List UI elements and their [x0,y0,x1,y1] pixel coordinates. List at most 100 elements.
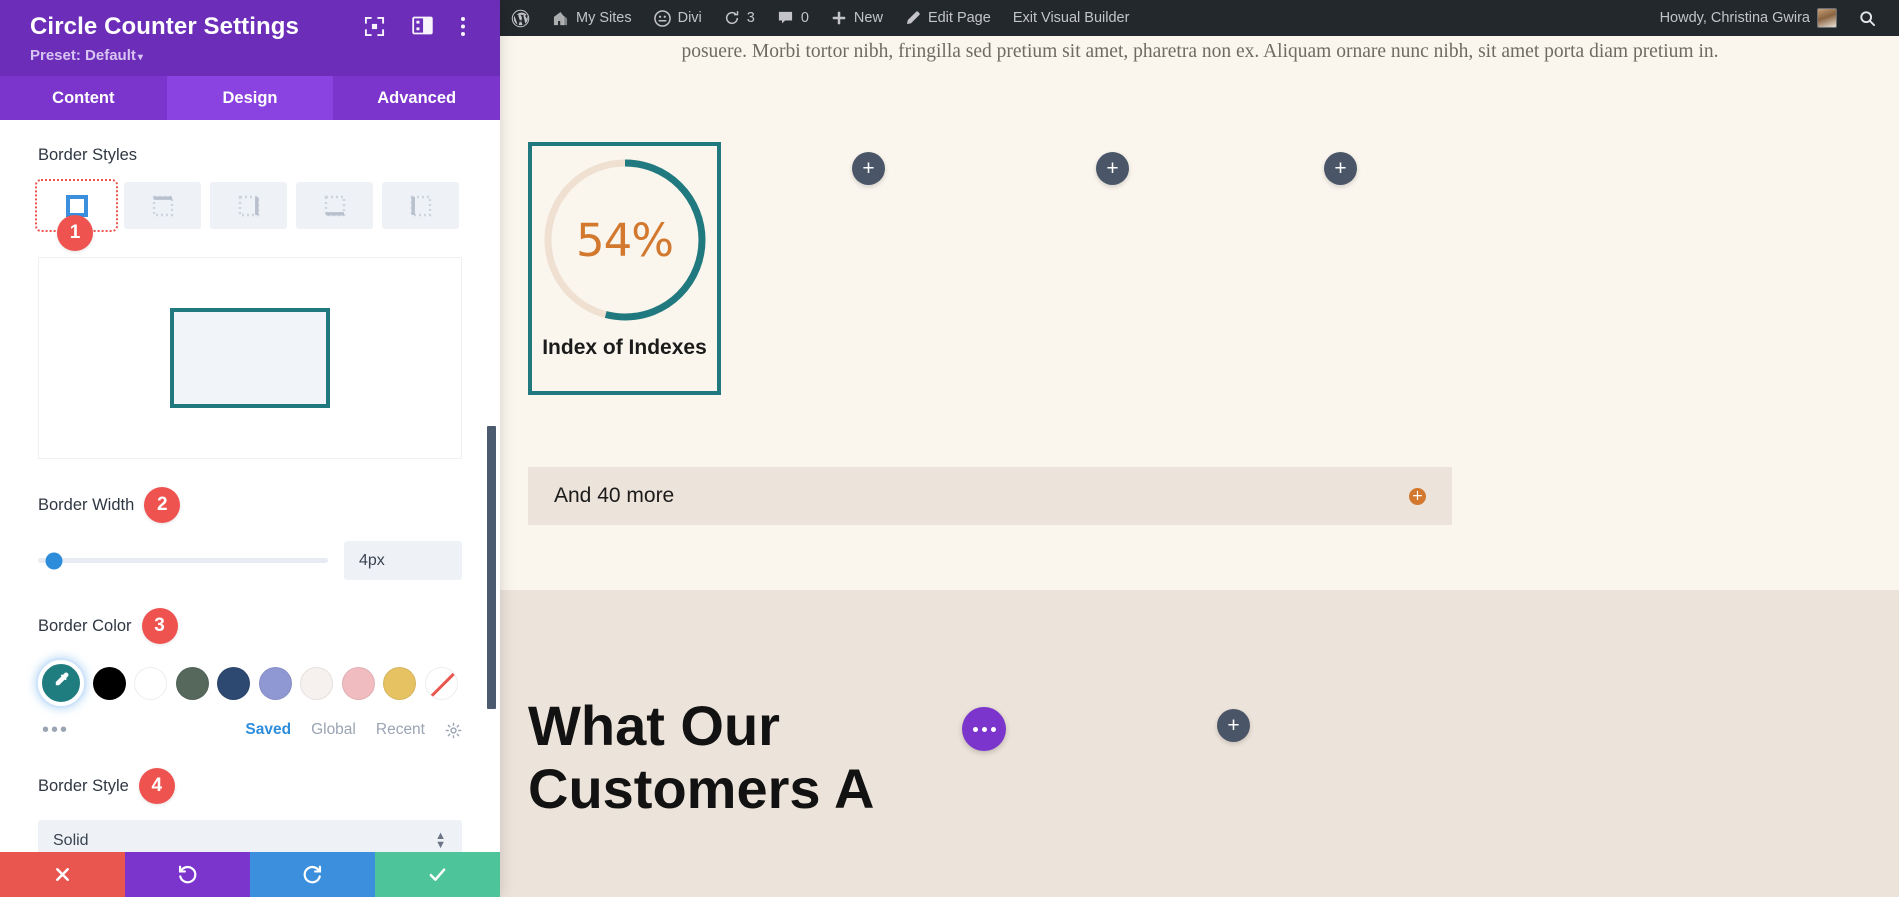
focus-icon[interactable] [364,16,386,38]
toggle-module-title: And 40 more [554,484,674,508]
scrollbar-thumb[interactable] [487,426,496,709]
palette-tab-recent[interactable]: Recent [376,721,425,739]
section-settings-button[interactable] [962,707,1006,751]
wordpress-logo-button[interactable] [500,0,541,36]
visual-builder-screen: posuere. Morbi tortor nibh, fringilla se… [0,0,1899,897]
swatch-navy[interactable] [217,667,250,700]
add-module-button-1[interactable]: + [852,152,885,185]
swatch-selected-teal[interactable] [38,660,84,706]
border-style-left-button[interactable] [382,182,459,229]
border-color-label: Border Color 3 [38,608,462,644]
settings-panel-footer [0,852,500,897]
admin-bar-right: Howdy, Christina Gwira [1649,0,1887,36]
border-style-select[interactable]: Solid [38,820,462,852]
divi-label: Divi [678,10,702,26]
more-colors-icon[interactable]: ••• [42,720,69,740]
toggle-module[interactable]: And 40 more + [528,467,1452,525]
step-badge-2: 2 [144,487,180,523]
border-style-top-button[interactable] [124,182,201,229]
my-sites-label: My Sites [576,10,632,26]
border-width-slider[interactable] [38,558,328,563]
cancel-button[interactable] [0,852,125,897]
border-style-bottom-button[interactable] [296,182,373,229]
swatch-sage-green[interactable] [176,667,209,700]
add-module-button-3[interactable]: + [1324,152,1357,185]
palette-tab-global[interactable]: Global [311,721,356,739]
kebab-menu-icon[interactable] [460,16,482,38]
circle-counter-module[interactable]: 54% Index of Indexes [528,142,721,395]
toggle-expand-icon[interactable]: + [1409,488,1426,505]
chevron-down-icon: ▾ [138,52,143,63]
step-badge-4: 4 [139,768,175,804]
tab-content[interactable]: Content [0,76,167,120]
add-module-button-4[interactable]: + [1217,709,1250,742]
border-width-input[interactable] [344,541,462,580]
section-heading-line1: What Our [528,695,874,758]
border-preview-box [170,308,330,408]
comment-bubble-icon [777,10,794,26]
swatch-blush-pink[interactable] [342,667,375,700]
my-sites-menu[interactable]: My Sites [541,0,643,36]
border-styles-label: Border Styles [38,146,462,165]
step-badge-3: 3 [142,608,178,644]
search-icon [1859,10,1876,27]
undo-icon [177,864,198,885]
dot-icon [991,727,996,732]
undo-button[interactable] [125,852,250,897]
swatch-none[interactable] [425,667,458,700]
check-icon [427,864,448,885]
border-style-select-wrap: Solid ▲▼ [38,820,462,852]
plus-icon [831,10,847,26]
updates-menu[interactable]: 3 [713,0,766,36]
preset-selector[interactable]: Preset: Default▾ [30,47,478,64]
account-menu[interactable]: Howdy, Christina Gwira [1649,0,1848,36]
panel-header-actions [364,16,482,38]
divi-menu[interactable]: Divi [643,0,713,36]
search-button[interactable] [1848,0,1887,36]
border-style-label: Border Style 4 [38,768,462,804]
settings-panel-header: Circle Counter Settings Preset: Default▾ [0,0,500,76]
border-styles-label-text: Border Styles [38,146,137,165]
swatch-offwhite[interactable] [300,667,333,700]
comments-menu[interactable]: 0 [766,0,820,36]
tab-design[interactable]: Design [167,76,334,120]
layout-icon[interactable] [412,16,434,38]
swatch-black[interactable] [93,667,126,700]
pencil-icon [905,10,921,26]
swatch-white[interactable] [134,667,167,700]
tab-advanced[interactable]: Advanced [333,76,500,120]
add-module-button-2[interactable]: + [1096,152,1129,185]
sites-icon [552,11,569,26]
redo-button[interactable] [250,852,375,897]
step-badge-1: 1 [57,215,93,251]
dot-icon [982,727,987,732]
border-width-label-text: Border Width [38,496,134,515]
palette-tabs: Saved Global Recent [245,721,462,739]
page-canvas: posuere. Morbi tortor nibh, fringilla se… [500,36,1899,897]
eyedropper-icon [52,671,71,695]
exit-visual-builder-button[interactable]: Exit Visual Builder [1002,0,1141,36]
updates-count: 3 [747,10,755,26]
lower-section: What Our Customers A + [500,590,1899,897]
palette-tab-saved[interactable]: Saved [245,721,291,739]
save-button[interactable] [375,852,500,897]
settings-scrollbar[interactable] [489,120,498,852]
comments-count: 0 [801,10,809,26]
slider-handle[interactable] [46,552,63,569]
border-preview-pane [38,257,462,459]
wordpress-logo-icon [511,9,530,28]
swatch-gold[interactable] [383,667,416,700]
avatar [1817,8,1837,28]
page-preview-area: posuere. Morbi tortor nibh, fringilla se… [500,0,1899,897]
close-icon [53,865,72,884]
border-width-control [38,541,462,580]
gear-icon[interactable] [445,722,462,739]
edit-page-label: Edit Page [928,10,991,26]
border-color-label-text: Border Color [38,617,132,636]
redo-icon [302,864,323,885]
new-content-menu[interactable]: New [820,0,894,36]
border-style-label-text: Border Style [38,777,129,796]
edit-page-menu[interactable]: Edit Page [894,0,1002,36]
border-style-right-button[interactable] [210,182,287,229]
swatch-periwinkle[interactable] [259,667,292,700]
